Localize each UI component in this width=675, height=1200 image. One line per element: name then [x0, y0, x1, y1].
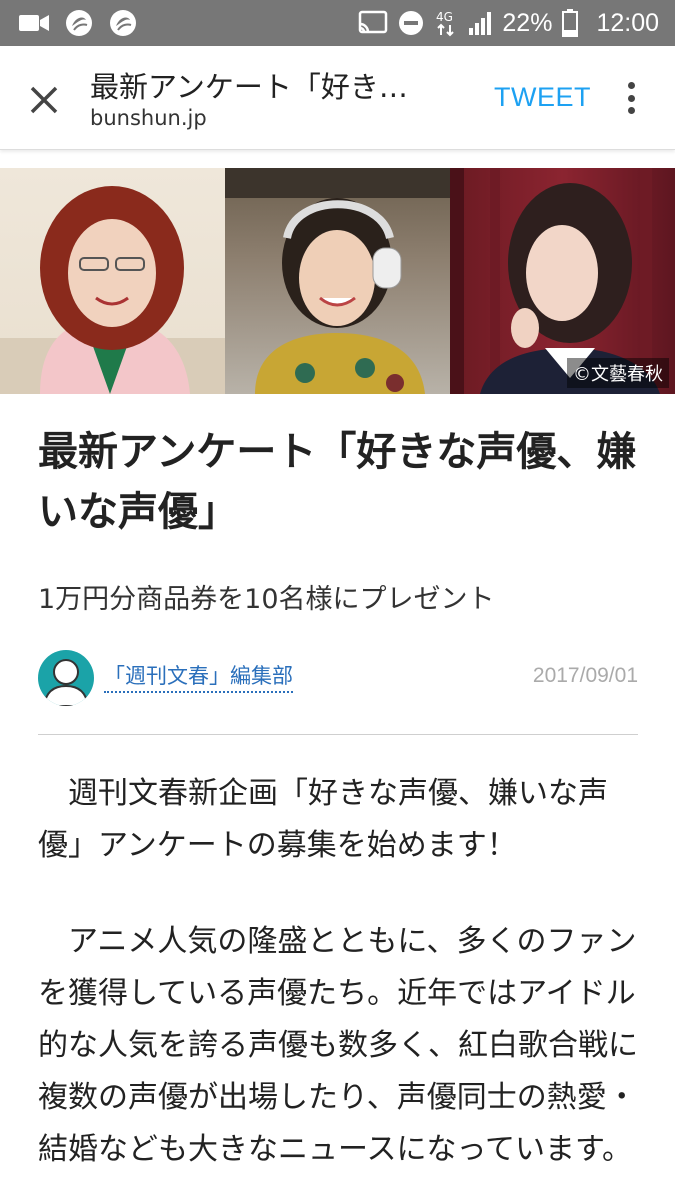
more-options-button[interactable]	[616, 78, 646, 118]
article-paragraph: 週刊文春新企画「好きな声優、嫌いな声優」アンケートの募集を始めます！	[38, 776, 608, 863]
page-title: 最新アンケート「好き…	[90, 70, 408, 104]
network-4g-icon: 4G	[434, 8, 458, 38]
byline: 「週刊文春」編集部 2017/09/01	[38, 648, 638, 706]
author-link[interactable]: 「週刊文春」編集部	[104, 660, 293, 693]
svg-text:4G: 4G	[436, 10, 453, 24]
do-not-disturb-icon	[398, 10, 424, 36]
app-bar: 最新アンケート「好き… bunshun.jp TWEET	[0, 46, 675, 150]
app-icon	[108, 8, 138, 38]
hero-image: ©文藝春秋	[0, 168, 675, 394]
photo-credit: ©文藝春秋	[567, 358, 669, 388]
close-icon	[30, 86, 58, 114]
status-bar: 4G 22% 12:00	[0, 0, 675, 46]
video-icon	[18, 12, 50, 34]
tweet-button[interactable]: TWEET	[494, 82, 591, 113]
signal-icon	[468, 10, 492, 36]
page-domain: bunshun.jp	[90, 106, 207, 130]
hero-photo-3: ©文藝春秋	[450, 168, 675, 394]
close-button[interactable]	[18, 74, 70, 126]
hero-photo-2	[225, 168, 450, 394]
clock: 12:00	[596, 8, 659, 37]
article-headline: 最新アンケート「好きな声優、嫌いな声優」	[38, 429, 637, 535]
hero-photo-1	[0, 168, 225, 394]
avatar[interactable]	[38, 650, 94, 706]
divider	[38, 734, 638, 735]
cast-icon	[358, 10, 388, 36]
article-subhead: 1万円分商品券を10名様にプレゼント	[38, 584, 495, 615]
person-icon	[42, 659, 90, 706]
app-icon	[64, 8, 94, 38]
more-vert-icon	[627, 82, 635, 89]
article-paragraph: アニメ人気の隆盛とともに、多くのファンを獲得している声優たち。近年ではアイドル的…	[38, 924, 638, 1167]
battery-percent: 22%	[502, 8, 553, 37]
battery-icon	[562, 9, 579, 37]
publish-date: 2017/09/01	[532, 664, 638, 687]
